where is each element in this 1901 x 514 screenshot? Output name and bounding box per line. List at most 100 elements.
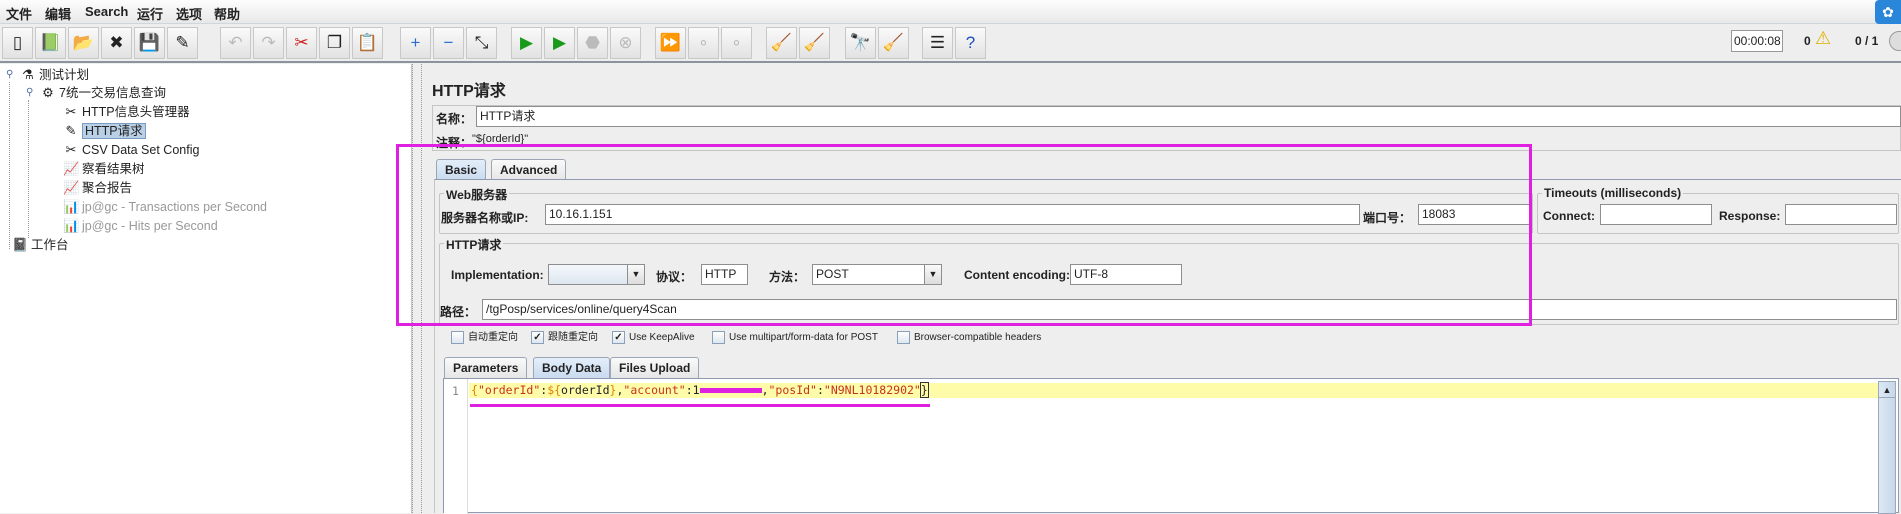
connect-timeout-input[interactable] bbox=[1600, 204, 1712, 225]
redo-button[interactable]: ↷ bbox=[253, 27, 284, 59]
search-button[interactable]: 🔭 bbox=[845, 27, 876, 59]
remote-stop-all-icon: ∘ bbox=[698, 33, 709, 52]
save-icon: 💾 bbox=[138, 33, 161, 52]
tree-node-label: jp@gc - Hits per Second bbox=[82, 219, 218, 233]
remote-stop-all-button[interactable]: ∘ bbox=[688, 27, 719, 59]
remote-start-all-icon: ⏩ bbox=[659, 33, 682, 52]
function-helper-button[interactable]: ☰ bbox=[922, 27, 953, 59]
page-title: HTTP请求 bbox=[432, 83, 506, 100]
undo-button[interactable]: ↶ bbox=[220, 27, 251, 59]
remote-shutdown-all-button[interactable]: ∘ bbox=[721, 27, 752, 59]
tab-parameters[interactable]: Parameters bbox=[444, 357, 528, 378]
keepalive-checkbox[interactable]: ✓ bbox=[612, 331, 625, 344]
thread-count: 0 / 1 bbox=[1855, 34, 1879, 48]
start-button[interactable]: ▶ bbox=[511, 27, 542, 59]
start-no-pauses-button[interactable]: ▶ bbox=[544, 27, 575, 59]
copy-button[interactable]: ❐ bbox=[319, 27, 350, 59]
save-screenshot-icon: ✎ bbox=[175, 33, 190, 52]
new-icon: ▯ bbox=[12, 33, 23, 52]
expand-icon: + bbox=[410, 33, 421, 52]
help-icon: ? bbox=[965, 33, 976, 52]
timeouts-legend: Timeouts (milliseconds) bbox=[1542, 186, 1684, 200]
tab-body-data[interactable]: Body Data bbox=[533, 357, 611, 378]
tree-node-label: 7统一交易信息查询 bbox=[59, 86, 166, 100]
save-screenshot-button[interactable]: ✎ bbox=[167, 27, 198, 59]
body-data-editor[interactable]: 1 {"orderId":${orderId},"account":1 ,"pos… bbox=[443, 378, 1899, 514]
open-button[interactable]: 📂 bbox=[68, 27, 99, 59]
menu-help[interactable]: 帮助 bbox=[214, 4, 240, 23]
response-label: Response: bbox=[1719, 209, 1781, 223]
remote-status-icon bbox=[1889, 31, 1901, 51]
menu-search[interactable]: Search bbox=[85, 4, 128, 19]
multipart-label: Use multipart/form-data for POST bbox=[729, 332, 878, 343]
tree-node-label: HTTP信息头管理器 bbox=[82, 105, 190, 119]
app-badge-icon[interactable]: ✿ bbox=[1875, 0, 1901, 24]
tree-node-label: 聚合报告 bbox=[82, 181, 133, 195]
reset-search-button[interactable]: 🧹 bbox=[878, 27, 909, 59]
remote-start-all-button[interactable]: ⏩ bbox=[655, 27, 686, 59]
tree-node-label: 察看结果树 bbox=[82, 162, 145, 176]
follow-redirect-label: 跟随重定向 bbox=[548, 332, 598, 343]
menu-file[interactable]: 文件 bbox=[6, 4, 32, 23]
expand-handle-icon[interactable]: ⚲ bbox=[6, 66, 13, 84]
scroll-up-icon[interactable]: ▲ bbox=[1879, 382, 1895, 398]
clear-button[interactable]: 🧹 bbox=[766, 27, 797, 59]
function-helper-icon: ☰ bbox=[929, 33, 946, 52]
search-icon: 🔭 bbox=[849, 33, 872, 52]
tree-node[interactable]: 📊 jp@gc - Hits per Second bbox=[63, 217, 218, 235]
remote-shutdown-all-icon: ∘ bbox=[731, 33, 742, 52]
tree-node[interactable]: 📓 工作台 bbox=[12, 236, 69, 254]
warning-icon[interactable]: ⚠ bbox=[1815, 28, 1831, 49]
follow-redirect-checkbox[interactable]: ✓ bbox=[531, 331, 544, 344]
tree-node[interactable]: 📈 聚合报告 bbox=[63, 179, 132, 197]
toggle-button[interactable]: ⤡ bbox=[466, 27, 497, 59]
multipart-checkbox[interactable] bbox=[712, 331, 725, 344]
new-button[interactable]: ▯ bbox=[2, 27, 33, 59]
start-icon: ▶ bbox=[519, 33, 534, 52]
shutdown-button[interactable]: ⊗ bbox=[610, 27, 641, 59]
browser-headers-checkbox[interactable] bbox=[897, 331, 910, 344]
auto-redirect-checkbox[interactable] bbox=[451, 331, 464, 344]
collapse-button[interactable]: − bbox=[433, 27, 464, 59]
menu-edit[interactable]: 编辑 bbox=[45, 4, 71, 23]
name-input[interactable]: HTTP请求 bbox=[476, 106, 1901, 127]
annotation-underline bbox=[470, 404, 930, 407]
help-button[interactable]: ? bbox=[955, 27, 986, 59]
paste-button[interactable]: 📋 bbox=[352, 27, 383, 59]
line-number-gutter bbox=[444, 379, 468, 514]
menu-options[interactable]: 选项 bbox=[176, 4, 202, 23]
name-label: 名称： bbox=[436, 112, 473, 126]
tree-node-icon: 📈 bbox=[63, 180, 80, 195]
tree-node[interactable]: 📈 察看结果树 bbox=[63, 160, 145, 178]
code-token: "account" bbox=[623, 383, 686, 397]
tab-files-upload[interactable]: Files Upload bbox=[610, 357, 700, 378]
tree-node-icon: 📊 bbox=[63, 218, 80, 233]
response-timeout-input[interactable] bbox=[1785, 204, 1897, 225]
tree-node-icon: ✂ bbox=[65, 142, 77, 157]
tree-node[interactable]: ✂ HTTP信息头管理器 bbox=[63, 103, 190, 121]
tree-node-label: jp@gc - Transactions per Second bbox=[82, 200, 268, 214]
redo-icon: ↷ bbox=[261, 33, 276, 52]
expand-button[interactable]: + bbox=[400, 27, 431, 59]
browser-headers-label: Browser-compatible headers bbox=[914, 332, 1042, 343]
save-button[interactable]: 💾 bbox=[134, 27, 165, 59]
tree-node[interactable]: ✎ HTTP请求 bbox=[63, 122, 146, 140]
expand-handle-icon[interactable]: ⚲ bbox=[26, 84, 33, 102]
open-icon: 📂 bbox=[72, 33, 95, 52]
stop-button[interactable]: ⬣ bbox=[577, 27, 608, 59]
auto-redirect-label: 自动重定向 bbox=[468, 332, 518, 343]
annotation-rectangle bbox=[396, 144, 1532, 326]
templates-button[interactable]: 📗 bbox=[35, 27, 66, 59]
menu-run[interactable]: 运行 bbox=[137, 4, 163, 23]
tree-node[interactable]: 📊 jp@gc - Transactions per Second bbox=[63, 198, 267, 216]
close-button[interactable]: ✖ bbox=[101, 27, 132, 59]
tree-node-icon: ⚙ bbox=[42, 85, 54, 100]
tree-node-label: CSV Data Set Config bbox=[82, 143, 200, 157]
cut-button[interactable]: ✂ bbox=[286, 27, 317, 59]
tree-node[interactable]: ⚲ ⚗ 测试计划 bbox=[6, 66, 89, 84]
tree-node[interactable]: ✂ CSV Data Set Config bbox=[63, 141, 200, 159]
code-token: orderId bbox=[561, 383, 610, 397]
tree-node[interactable]: ⚲ ⚙ 7统一交易信息查询 bbox=[26, 84, 166, 102]
clear-all-button[interactable]: 🧹 bbox=[799, 27, 830, 59]
vertical-scrollbar[interactable]: ▲ bbox=[1878, 381, 1896, 514]
